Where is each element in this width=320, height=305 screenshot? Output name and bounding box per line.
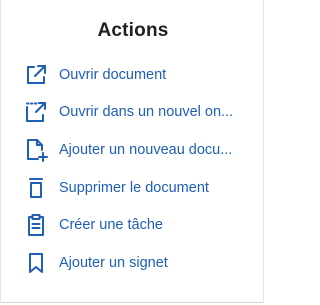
menu-item-add-bookmark[interactable]: Ajouter un signet bbox=[1, 244, 265, 282]
add-document-icon bbox=[23, 137, 49, 163]
bookmark-icon bbox=[23, 250, 49, 276]
actions-menu: Ouvrir document Ouvrir dans un nouvel on… bbox=[1, 56, 265, 282]
menu-item-label: Supprimer le document bbox=[59, 179, 209, 196]
menu-item-delete-document[interactable]: Supprimer le document bbox=[1, 169, 265, 207]
menu-item-label: Ajouter un nouveau docu... bbox=[59, 141, 233, 158]
menu-item-label: Ajouter un signet bbox=[59, 254, 168, 271]
clipboard-task-icon bbox=[23, 212, 49, 238]
menu-item-label: Créer une tâche bbox=[59, 217, 163, 234]
menu-item-label: Ouvrir dans un nouvel on... bbox=[59, 104, 234, 121]
menu-item-label: Ouvrir document bbox=[59, 66, 167, 83]
menu-item-add-document[interactable]: Ajouter un nouveau docu... bbox=[1, 131, 265, 169]
menu-item-open-document[interactable]: Ouvrir document bbox=[1, 56, 265, 94]
open-new-window-icon bbox=[23, 99, 49, 125]
menu-item-open-new-tab[interactable]: Ouvrir dans un nouvel on... bbox=[1, 94, 265, 132]
actions-panel: Actions Ouvrir document Ouvrir dans un n… bbox=[0, 0, 264, 303]
external-link-icon bbox=[23, 62, 49, 88]
trash-icon bbox=[23, 175, 49, 201]
menu-item-create-task[interactable]: Créer une tâche bbox=[1, 206, 265, 244]
panel-title: Actions bbox=[97, 20, 169, 41]
